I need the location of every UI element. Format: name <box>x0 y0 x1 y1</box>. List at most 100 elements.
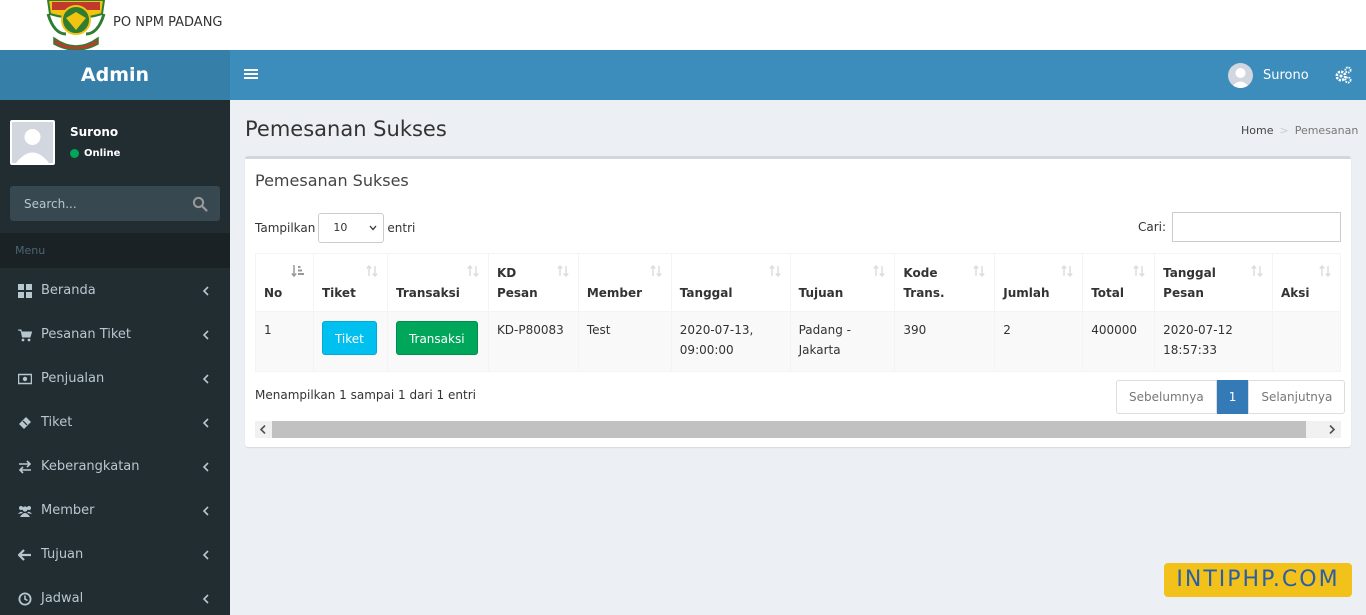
sidebar-search <box>10 186 220 221</box>
sort-icon <box>1251 264 1263 278</box>
breadcrumb: Home > Pemesanan <box>1241 124 1358 137</box>
tiket-button[interactable]: Tiket <box>321 321 377 355</box>
sidebar-item-label: Pesanan Tiket <box>41 327 132 342</box>
money-icon <box>18 373 32 385</box>
gears-icon[interactable] <box>1334 66 1352 84</box>
status-text: Online <box>84 148 121 159</box>
table-header-row: No Tiket Transaksi KD Pesan Member Tangg… <box>255 253 1342 312</box>
cell-kd-pesan: KD-P80083 <box>487 311 579 372</box>
entries-select-value: 10 <box>333 221 348 234</box>
column-header-tiket[interactable]: Tiket <box>312 253 388 312</box>
column-header-kd-pesan[interactable]: KD Pesan <box>487 253 579 312</box>
sidebar-item-pesanan-tiket[interactable]: Pesanan Tiket <box>0 313 230 357</box>
entries-length: Tampilkan 10 entri <box>255 213 415 243</box>
column-header-tujuan[interactable]: Tujuan <box>789 253 896 312</box>
arrow-left-icon <box>18 549 31 561</box>
chevron-left-icon <box>202 462 209 472</box>
column-header-member[interactable]: Member <box>577 253 672 312</box>
scrollbar-thumb[interactable] <box>272 421 1306 438</box>
scroll-left-icon[interactable] <box>259 425 267 434</box>
table-search-input[interactable] <box>1172 212 1342 242</box>
column-header-total[interactable]: Total <box>1082 253 1156 312</box>
column-header-transaksi[interactable]: Transaksi <box>386 253 489 312</box>
sidebar-item-label: Keberangkatan <box>41 459 140 474</box>
transaksi-button[interactable]: Transaksi <box>395 321 478 355</box>
chevron-left-icon <box>202 286 209 296</box>
sidebar-item-label: Beranda <box>41 283 96 298</box>
sidebar-item-label: Penjualan <box>41 371 105 386</box>
box-title: Pemesanan Sukses <box>255 171 409 190</box>
chevron-left-icon <box>202 418 209 428</box>
user-avatar <box>10 120 55 165</box>
column-header-tanggal-pesan[interactable]: Tanggal Pesan <box>1154 253 1273 312</box>
entries-select[interactable]: 10 <box>318 213 385 243</box>
cell-aksi <box>1271 311 1342 372</box>
column-header-tanggal[interactable]: Tanggal <box>670 253 791 312</box>
admin-logo[interactable]: Admin <box>0 50 230 100</box>
breadcrumb-home[interactable]: Home <box>1241 124 1273 137</box>
chevron-left-icon <box>202 374 209 384</box>
sort-icon <box>366 264 378 278</box>
cell-tiket: Tiket <box>312 311 388 372</box>
cell-kode-trans: 390 <box>894 311 996 372</box>
sidebar-item-member[interactable]: Member <box>0 489 230 533</box>
length-suffix: entri <box>387 221 416 235</box>
cell-jumlah: 2 <box>994 311 1084 372</box>
menu-header: Menu <box>0 233 230 268</box>
sidebar-toggle-icon[interactable] <box>244 67 258 83</box>
sidebar: Surono Online Menu Beranda Pesanan Tiket… <box>0 100 230 615</box>
scroll-right-icon[interactable] <box>1328 425 1336 434</box>
sort-icon <box>1133 264 1145 278</box>
user-menu-name: Surono <box>1263 68 1309 83</box>
column-header-kode-trans[interactable]: Kode Trans. <box>894 253 996 312</box>
online-dot-icon <box>70 149 79 158</box>
chevron-left-icon <box>202 594 209 604</box>
sort-icon <box>467 264 479 278</box>
clock-icon <box>18 592 32 606</box>
search-icon[interactable] <box>192 196 208 212</box>
ticket-icon <box>19 417 31 429</box>
sidebar-item-jadwal[interactable]: Jadwal <box>0 577 230 615</box>
sort-icon <box>768 264 781 278</box>
sidebar-item-tiket[interactable]: Tiket <box>0 401 230 445</box>
dashboard-icon <box>18 284 32 298</box>
sidebar-search-input[interactable] <box>10 186 180 221</box>
sidebar-item-label: Tiket <box>41 415 73 430</box>
page-1-button[interactable]: 1 <box>1216 380 1249 414</box>
sidebar-menu: Beranda Pesanan Tiket Penjualan Tiket Ke… <box>0 269 230 615</box>
sidebar-item-keberangkatan[interactable]: Keberangkatan <box>0 445 230 489</box>
sort-icon <box>1319 264 1331 278</box>
cell-transaksi: Transaksi <box>386 311 489 372</box>
sidebar-item-label: Member <box>41 503 95 518</box>
user-panel: Surono Online <box>10 120 220 166</box>
sidebar-item-label: Tujuan <box>41 547 84 562</box>
avatar <box>1228 63 1253 88</box>
sidebar-item-beranda[interactable]: Beranda <box>0 269 230 313</box>
column-header-aksi[interactable]: Aksi <box>1271 253 1342 312</box>
filter-label: Cari: <box>1138 220 1167 234</box>
chevron-left-icon <box>202 550 209 560</box>
top-navbar: Surono <box>230 50 1366 100</box>
table-info: Menampilkan 1 sampai 1 dari 1 entri <box>255 388 476 402</box>
column-header-no[interactable]: No <box>255 253 314 312</box>
page-title: Pemesanan Sukses <box>245 117 447 141</box>
chevron-down-icon <box>369 225 377 231</box>
sort-icon <box>873 264 886 278</box>
user-menu[interactable]: Surono <box>1228 63 1309 88</box>
sort-icon <box>557 264 569 278</box>
table-row: 1 Tiket Transaksi KD-P80083 Test 2020-07… <box>255 311 1342 372</box>
chevron-left-icon <box>202 330 209 340</box>
cart-icon <box>18 329 32 342</box>
brand-bar: PO NPM PADANG <box>0 0 1366 50</box>
sidebar-item-tujuan[interactable]: Tujuan <box>0 533 230 577</box>
cell-tanggal: 2020-07-13, 09:00:00 <box>670 311 791 372</box>
orders-box: Pemesanan Sukses Tampilkan 10 entri Cari… <box>245 156 1351 447</box>
next-page-button[interactable]: Selanjutnya <box>1248 380 1346 414</box>
prev-page-button[interactable]: Sebelumnya <box>1116 380 1217 414</box>
brand-name: PO NPM PADANG <box>113 15 223 30</box>
watermark: INTIPHP.COM <box>1164 563 1352 597</box>
column-header-jumlah[interactable]: Jumlah <box>994 253 1084 312</box>
orders-table: No Tiket Transaksi KD Pesan Member Tangg… <box>255 253 1342 372</box>
horizontal-scrollbar[interactable] <box>255 421 1341 438</box>
sidebar-item-penjualan[interactable]: Penjualan <box>0 357 230 401</box>
